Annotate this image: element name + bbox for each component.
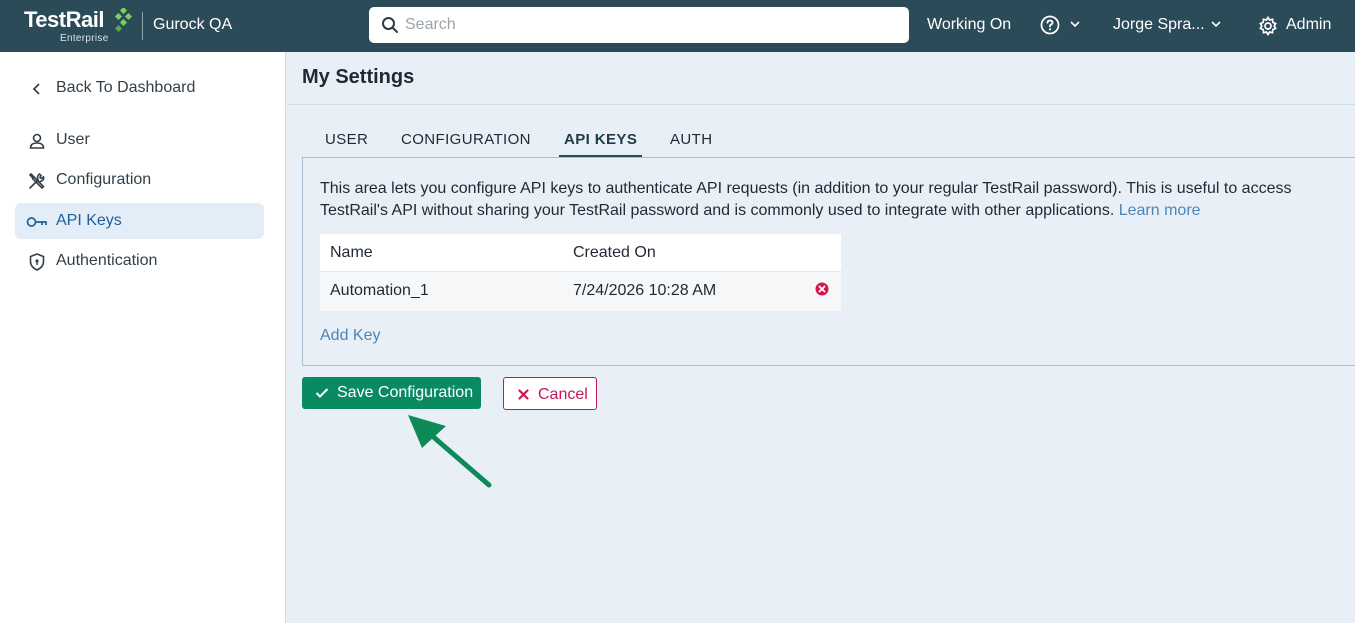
admin-link[interactable]: Admin bbox=[1286, 16, 1331, 34]
column-header-name: Name bbox=[330, 244, 373, 261]
check-icon bbox=[315, 388, 329, 398]
column-header-created-on: Created On bbox=[573, 244, 656, 261]
sidebar-item-label: Authentication bbox=[56, 252, 158, 269]
search-icon bbox=[382, 17, 398, 33]
sidebar-item-authentication[interactable]: Authentication bbox=[15, 243, 264, 279]
sidebar-item-label: User bbox=[56, 131, 90, 148]
testrail-logo[interactable]: TestRail Enterprise bbox=[24, 6, 136, 46]
cancel-button[interactable]: Cancel bbox=[503, 377, 597, 410]
key-icon bbox=[26, 217, 47, 227]
add-key-link[interactable]: Add Key bbox=[320, 327, 380, 345]
sidebar-item-api-keys[interactable]: API Keys bbox=[15, 203, 264, 239]
tab-configuration[interactable]: CONFIGURATION bbox=[401, 131, 531, 158]
gear-icon[interactable] bbox=[1258, 16, 1278, 36]
project-name[interactable]: Gurock QA bbox=[153, 16, 232, 34]
user-menu[interactable]: Jorge Spra... bbox=[1113, 16, 1205, 34]
logo-text: TestRail bbox=[24, 7, 104, 32]
help-icon[interactable] bbox=[1040, 15, 1060, 35]
user-chevron-down-icon[interactable] bbox=[1211, 20, 1221, 28]
close-icon bbox=[518, 389, 529, 400]
delete-key-icon[interactable] bbox=[815, 282, 829, 296]
save-configuration-button[interactable]: Save Configuration bbox=[302, 377, 481, 409]
tab-auth[interactable]: AUTH bbox=[670, 131, 712, 158]
page-title: My Settings bbox=[302, 66, 415, 88]
sidebar-item-back-to-dashboard[interactable]: Back To Dashboard bbox=[15, 70, 264, 106]
tab-user[interactable]: USER bbox=[325, 131, 368, 158]
search-box[interactable] bbox=[369, 7, 909, 43]
user-icon bbox=[29, 133, 45, 149]
api-keys-table: Name Created On Automation_1 7/24/2026 1… bbox=[320, 234, 841, 311]
api-keys-panel: This area lets you configure API keys to… bbox=[302, 157, 1355, 366]
sidebar: Back To Dashboard User Configuration API… bbox=[0, 52, 286, 623]
title-divider bbox=[287, 104, 1355, 105]
tools-icon bbox=[28, 172, 45, 190]
sidebar-item-label: Configuration bbox=[56, 171, 152, 188]
learn-more-link[interactable]: Learn more bbox=[1119, 202, 1201, 219]
working-on-link[interactable]: Working On bbox=[927, 16, 1011, 34]
shield-icon bbox=[29, 253, 45, 271]
chevron-left-icon bbox=[32, 83, 40, 95]
api-keys-description: This area lets you configure API keys to… bbox=[320, 178, 1320, 222]
tab-api-keys[interactable]: API KEYS bbox=[559, 131, 643, 158]
help-chevron-down-icon[interactable] bbox=[1070, 20, 1080, 28]
top-bar: TestRail Enterprise Gurock QA Working On… bbox=[0, 0, 1355, 52]
sidebar-item-label: Back To Dashboard bbox=[56, 79, 196, 96]
sidebar-item-label: API Keys bbox=[56, 212, 122, 229]
table-row: Automation_1 7/24/2026 10:28 AM bbox=[320, 272, 841, 311]
key-name-cell: Automation_1 bbox=[330, 282, 429, 299]
sidebar-item-user[interactable]: User bbox=[15, 122, 264, 158]
save-button-label: Save Configuration bbox=[337, 384, 474, 401]
created-on-cell: 7/24/2026 10:28 AM bbox=[573, 282, 717, 299]
search-input[interactable] bbox=[405, 11, 895, 39]
sidebar-item-configuration[interactable]: Configuration bbox=[15, 162, 264, 198]
logo-edition: Enterprise bbox=[60, 33, 109, 44]
logo-mark-icon bbox=[114, 8, 133, 32]
annotation-arrow-icon bbox=[408, 415, 492, 488]
header-divider bbox=[142, 12, 143, 40]
cancel-button-label: Cancel bbox=[538, 386, 588, 403]
